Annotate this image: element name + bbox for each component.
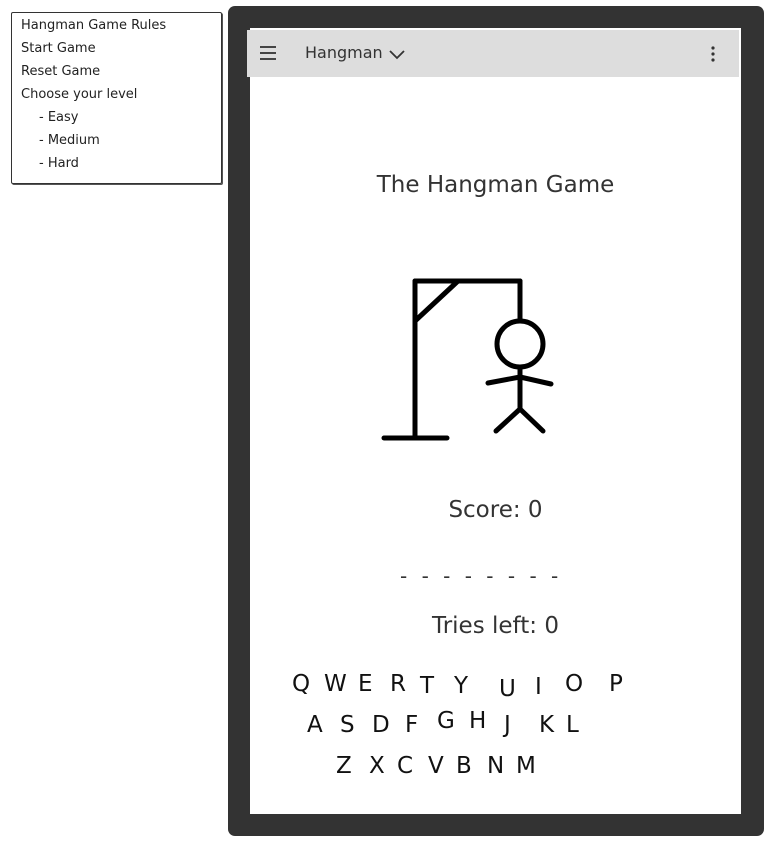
- key-t[interactable]: T: [420, 673, 434, 699]
- key-w[interactable]: W: [324, 671, 347, 697]
- word-blanks: - - - - - - - -: [400, 564, 563, 588]
- key-r[interactable]: R: [390, 671, 406, 697]
- key-i[interactable]: I: [535, 674, 542, 700]
- key-v[interactable]: V: [428, 753, 444, 779]
- key-f[interactable]: F: [405, 712, 418, 738]
- key-a[interactable]: A: [307, 712, 323, 738]
- menu-item-level-easy[interactable]: - Easy: [39, 110, 78, 125]
- key-j[interactable]: J: [504, 712, 511, 738]
- side-menu: Hangman Game Rules Start Game Reset Game…: [11, 12, 222, 184]
- hamburger-icon[interactable]: [259, 45, 277, 61]
- stickman-right-leg: [517, 406, 546, 434]
- key-u[interactable]: U: [499, 676, 516, 702]
- menu-item-level-medium[interactable]: - Medium: [39, 133, 100, 148]
- menu-item-start-game[interactable]: Start Game: [21, 41, 96, 56]
- key-y[interactable]: Y: [454, 673, 468, 699]
- hangman-figure: [381, 278, 554, 441]
- key-h[interactable]: H: [469, 708, 486, 734]
- phone-screen: Hangman The Hangman Game Score: 0 - - - …: [247, 28, 741, 814]
- key-x[interactable]: X: [369, 753, 385, 779]
- phone-frame: Hangman The Hangman Game Score: 0 - - - …: [228, 6, 764, 836]
- kebab-icon[interactable]: [710, 45, 716, 63]
- score-label: Score: 0: [448, 497, 543, 523]
- menu-item-rules[interactable]: Hangman Game Rules: [21, 18, 166, 33]
- key-b[interactable]: B: [456, 753, 472, 779]
- key-n[interactable]: N: [487, 753, 504, 779]
- key-q[interactable]: Q: [292, 671, 310, 697]
- gallows-brace: [412, 278, 461, 324]
- key-z[interactable]: Z: [336, 753, 352, 779]
- menu-item-reset-game[interactable]: Reset Game: [21, 64, 100, 79]
- key-g[interactable]: G: [437, 708, 455, 734]
- chevron-down-icon[interactable]: [389, 49, 405, 60]
- game-title: The Hangman Game: [376, 172, 615, 198]
- key-m[interactable]: M: [516, 753, 536, 779]
- key-l[interactable]: L: [566, 712, 579, 738]
- key-d[interactable]: D: [372, 712, 390, 738]
- stickman-head: [494, 318, 546, 370]
- key-o[interactable]: O: [565, 671, 583, 697]
- key-k[interactable]: K: [539, 712, 554, 738]
- tries-left-label: Tries left: 0: [432, 613, 559, 639]
- app-bar: Hangman: [247, 30, 739, 77]
- key-c[interactable]: C: [397, 753, 413, 779]
- key-s[interactable]: S: [340, 712, 355, 738]
- key-p[interactable]: P: [609, 671, 623, 697]
- stickman-left-leg: [493, 406, 523, 434]
- app-title[interactable]: Hangman: [305, 43, 383, 62]
- menu-item-choose-level[interactable]: Choose your level: [21, 87, 137, 102]
- menu-item-level-hard[interactable]: - Hard: [39, 156, 79, 171]
- key-e[interactable]: E: [358, 671, 373, 697]
